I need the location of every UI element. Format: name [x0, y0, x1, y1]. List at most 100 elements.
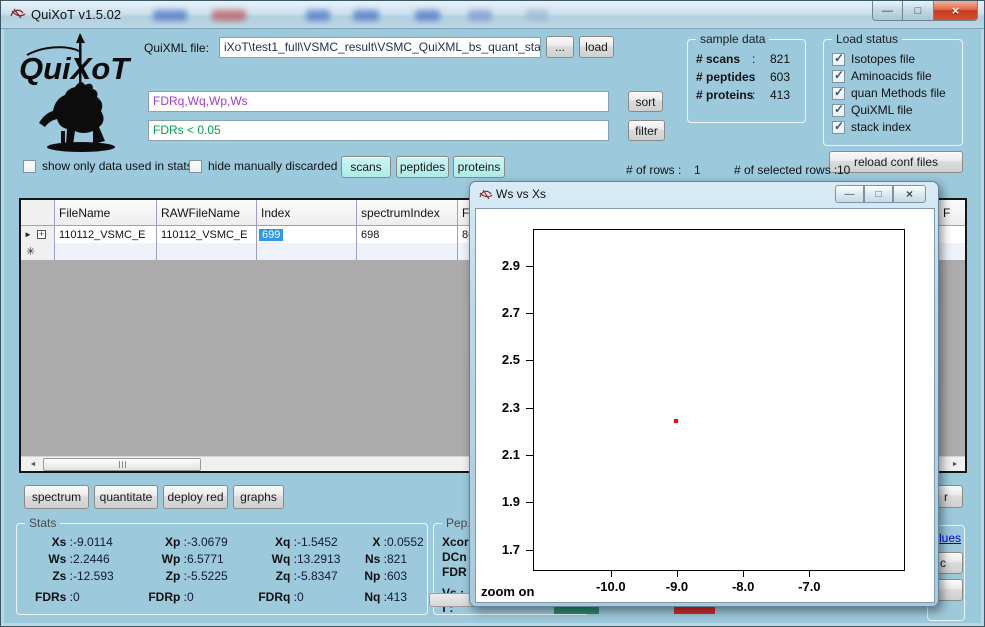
column-header-filename[interactable]: FileName [55, 200, 157, 225]
load-button[interactable]: load [579, 36, 614, 58]
peptides-colon: : [752, 70, 755, 84]
quixot-main-window: QuiXoT v1.5.02 — □ × QuiXoT [0, 0, 985, 627]
show-only-stats-label: show only data used in stats [42, 159, 193, 173]
check-icon: ✓ [834, 68, 844, 82]
column-header-index[interactable]: Index [257, 200, 357, 225]
title-bar[interactable]: QuiXoT v1.5.02 — □ × [1, 1, 984, 29]
cell-filename[interactable]: 110112_VSMC_E [55, 226, 157, 243]
check-icon: ✓ [834, 85, 844, 99]
y-axis-tick [526, 408, 534, 409]
show-only-stats-checkbox[interactable] [23, 160, 36, 173]
empty-cell[interactable] [157, 243, 257, 260]
y-axis-tick-label: 2.5 [502, 352, 520, 367]
blurred-tab [468, 10, 492, 21]
sort-button[interactable]: sort [628, 91, 663, 112]
plot-close-button[interactable]: × [893, 185, 926, 203]
blurred-tab [212, 10, 246, 21]
scrollbar-thumb[interactable] [43, 458, 201, 471]
close-icon: × [952, 3, 960, 18]
plot-window-icon [479, 188, 493, 200]
row-selector-cell[interactable]: ► + [21, 226, 55, 243]
plot-maximize-button[interactable]: □ [864, 185, 893, 203]
column-header-spectrumindex[interactable]: spectrumIndex [357, 200, 458, 225]
x-axis-tick-label: -9.0 [666, 579, 688, 594]
empty-cell[interactable] [357, 243, 458, 260]
isotopes-file-checkbox[interactable]: ✓ [832, 53, 845, 66]
aminoacids-file-checkbox[interactable]: ✓ [832, 70, 845, 83]
quixml-file-label: QuiXML file: [144, 41, 209, 55]
close-button[interactable]: × [933, 1, 978, 21]
y-axis-tick-label: 2.3 [502, 399, 520, 414]
quantitate-button[interactable]: quantitate [94, 485, 158, 509]
stack-index-label: stack index [851, 120, 911, 134]
graphs-button[interactable]: graphs [233, 485, 284, 509]
peptides-view-button[interactable]: peptides [396, 156, 449, 178]
stack-index-checkbox[interactable]: ✓ [832, 121, 845, 134]
quan-methods-file-label: quan Methods file [851, 86, 946, 100]
plot-window-title-bar[interactable]: Ws vs Xs — □ × [470, 182, 938, 207]
plot-canvas[interactable]: -10.0-9.0-8.0-7.02.92.72.52.32.11.91.7 z… [475, 208, 935, 603]
stats-group: Stats Xs-9.0114 Ws2.2446 Zs-12.593 FDRs0… [16, 523, 428, 615]
isotopes-file-label: Isotopes file [851, 52, 915, 66]
new-row-selector-cell[interactable]: ✳ [21, 243, 55, 260]
ws-vs-xs-window[interactable]: Ws vs Xs — □ × -10.0-9.0-8.0-7.02.92.72.… [469, 181, 939, 607]
y-axis-tick [526, 455, 534, 456]
plot-minimize-button[interactable]: — [835, 185, 864, 203]
cell-index-selected[interactable]: 699 [257, 226, 357, 243]
load-status-title: Load status [832, 32, 902, 46]
deploy-red-button[interactable]: deploy red [163, 485, 228, 509]
spectrum-button[interactable]: spectrum [24, 485, 89, 509]
minimize-icon: — [882, 5, 893, 17]
proteins-count-label: # proteins [696, 88, 753, 102]
blurred-tab [526, 10, 548, 21]
cell-spectrumindex[interactable]: 698 [357, 226, 458, 243]
x-axis-tick [611, 570, 612, 577]
plot-area[interactable]: -10.0-9.0-8.0-7.02.92.72.52.32.11.91.7 [533, 229, 905, 571]
x-axis-tick [743, 570, 744, 577]
quixml-file-input[interactable]: iXoT\test1_full\VSMC_result\VSMC_QuiXML_… [219, 37, 541, 58]
aminoacids-file-label: Aminoacids file [851, 69, 932, 83]
scroll-right-button[interactable]: ► [947, 458, 963, 471]
x-axis-tick-label: -10.0 [596, 579, 626, 594]
empty-cell[interactable] [939, 243, 965, 260]
blurred-tab [415, 10, 440, 21]
hide-discarded-checkbox[interactable] [189, 160, 202, 173]
scans-view-button[interactable]: scans [341, 156, 391, 178]
current-row-icon: ► [24, 230, 32, 239]
y-axis-tick-label: 1.7 [502, 542, 520, 557]
proteins-view-button[interactable]: proteins [453, 156, 505, 178]
expand-row-icon[interactable]: + [37, 230, 46, 239]
sample-data-title: sample data [696, 32, 769, 46]
scroll-left-button[interactable]: ◄ [25, 458, 41, 471]
filter-button[interactable]: filter [628, 120, 665, 141]
values-link-partial[interactable]: lues [939, 531, 961, 545]
y-axis-tick [526, 502, 534, 503]
data-point [674, 419, 678, 423]
check-icon: ✓ [834, 51, 844, 65]
empty-cell[interactable] [257, 243, 357, 260]
quixml-file-checkbox[interactable]: ✓ [832, 104, 845, 117]
cell-f[interactable] [939, 226, 965, 243]
load-status-group: Load status ✓ Isotopes file ✓ Aminoacids… [823, 39, 963, 146]
column-header-rawfilename[interactable]: RAWFileName [157, 200, 257, 225]
maximize-button[interactable]: □ [903, 1, 933, 21]
y-axis-tick [526, 266, 534, 267]
y-axis-tick-label: 2.7 [502, 305, 520, 320]
browse-button[interactable]: ... [546, 36, 574, 58]
rows-count-value: 1 [694, 163, 701, 177]
grid-corner-cell[interactable] [21, 200, 55, 225]
quan-methods-file-checkbox[interactable]: ✓ [832, 87, 845, 100]
x-axis-tick [809, 570, 810, 577]
svg-text:QuiXoT: QuiXoT [19, 51, 132, 86]
cell-rawfilename[interactable]: 110112_VSMC_E [157, 226, 257, 243]
filter-input[interactable]: FDRs < 0.05 [148, 120, 609, 141]
sort-input[interactable]: FDRq,Wq,Wp,Ws [148, 91, 609, 112]
y-axis-tick-label: 2.9 [502, 257, 520, 272]
empty-cell[interactable] [55, 243, 157, 260]
column-header-f[interactable]: F [939, 200, 965, 225]
quixot-logo: QuiXoT [19, 33, 141, 158]
quixml-file-label: QuiXML file [851, 103, 913, 117]
minimize-button[interactable]: — [872, 1, 903, 21]
close-icon: × [906, 187, 913, 201]
blurred-tab [306, 10, 330, 21]
